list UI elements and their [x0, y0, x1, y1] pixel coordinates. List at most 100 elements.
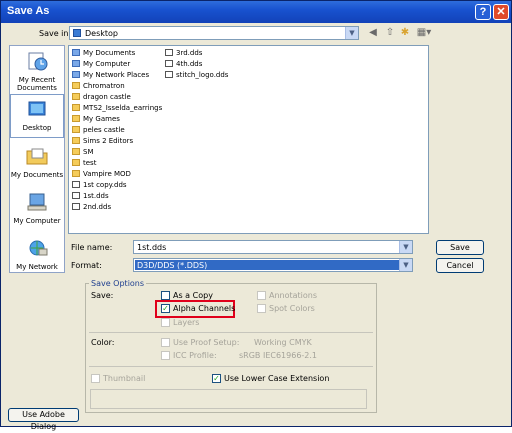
dds-file-icon: [72, 181, 80, 188]
folder-icon: [72, 137, 80, 144]
dialog-title: Save As: [7, 5, 50, 17]
layers-checkbox: [161, 318, 170, 327]
save-as-dialog: Save As ? ✕ Save in: Desktop ▼ ◀ ⇧ ✱ ▦▾ …: [0, 0, 512, 431]
save-in-value: Desktop: [85, 29, 118, 38]
dds-file-icon: [165, 49, 173, 56]
view-menu-icon[interactable]: ▦▾: [415, 27, 433, 39]
back-icon[interactable]: ◀: [367, 27, 379, 39]
color-label: Color:: [91, 338, 115, 347]
layers-label: Layers: [173, 318, 200, 327]
chevron-down-icon: ▼: [345, 27, 358, 39]
list-item[interactable]: 1st copy.dds: [72, 181, 127, 192]
places-bar: My Recent Documents Desktop My Documents…: [9, 45, 65, 273]
place-recent[interactable]: My Recent Documents: [10, 51, 64, 92]
list-item[interactable]: My Network Places: [72, 71, 149, 82]
list-item-label: SM: [83, 148, 94, 156]
file-name-value: 1st.dds: [137, 243, 167, 252]
my-computer-icon: [72, 60, 80, 67]
place-desktop[interactable]: Desktop: [10, 94, 64, 138]
title-bar: Save As ? ✕: [1, 1, 511, 23]
use-adobe-dialog-button[interactable]: Use Adobe Dialog: [8, 408, 79, 431]
list-item[interactable]: Chromatron: [72, 82, 125, 93]
list-item[interactable]: My Games: [72, 115, 120, 126]
icc-profile-label: ICC Profile:: [173, 351, 217, 360]
list-item-label: Sims 2 Editors: [83, 137, 134, 145]
lower-case-extension-label: Use Lower Case Extension: [224, 374, 330, 383]
desktop-small-icon: [73, 29, 81, 37]
format-dropdown[interactable]: D3D/DDS (*.DDS) ▼: [133, 258, 413, 272]
dds-file-icon: [72, 192, 80, 199]
lower-case-extension-checkbox[interactable]: ✓: [212, 374, 221, 383]
place-computer[interactable]: My Computer: [10, 192, 64, 225]
close-button[interactable]: ✕: [493, 4, 509, 20]
save-options-title: Save Options: [89, 279, 147, 288]
folder-icon: [72, 115, 80, 122]
list-item[interactable]: SM: [72, 148, 93, 159]
list-item[interactable]: dragon castle: [72, 93, 131, 104]
spot-colors-checkbox: [257, 304, 266, 313]
list-item[interactable]: 2nd.dds: [72, 203, 111, 214]
as-a-copy-checkbox[interactable]: [161, 291, 170, 300]
place-network-label: My Network: [16, 263, 58, 271]
file-name-field[interactable]: 1st.dds ▼: [133, 240, 413, 254]
list-item-label: dragon castle: [83, 93, 131, 101]
new-folder-icon[interactable]: ✱: [399, 27, 411, 39]
list-item-label: My Computer: [83, 60, 131, 68]
use-proof-setup-label: Use Proof Setup:: [173, 338, 240, 347]
thumbnail-checkbox: [91, 374, 100, 383]
list-item[interactable]: peles castle: [72, 126, 125, 137]
list-item[interactable]: 4th.dds: [165, 60, 202, 71]
list-item-label: MTS2_Isselda_earrings: [83, 104, 163, 112]
list-item-label: 3rd.dds: [176, 49, 203, 57]
place-recent-label: My Recent Documents: [17, 76, 57, 92]
network-icon: [72, 71, 80, 78]
desktop-icon: [28, 101, 46, 116]
message-area: [90, 389, 367, 409]
list-item[interactable]: 1st.dds: [72, 192, 109, 203]
list-item[interactable]: 3rd.dds: [165, 49, 202, 60]
list-item[interactable]: test: [72, 159, 96, 170]
help-button[interactable]: ?: [475, 4, 491, 20]
list-item-label: Chromatron: [83, 82, 125, 90]
annotations-label: Annotations: [269, 291, 318, 300]
save-in-label: Save in:: [39, 29, 72, 38]
folder-icon: [72, 126, 80, 133]
save-label: Save:: [91, 291, 114, 300]
list-item[interactable]: Sims 2 Editors: [72, 137, 133, 148]
list-item[interactable]: Vampire MOD: [72, 170, 131, 181]
folder-icon: [72, 159, 80, 166]
file-list[interactable]: My Documents My Computer My Network Plac…: [68, 45, 429, 234]
place-documents-label: My Documents: [10, 171, 64, 179]
list-item[interactable]: MTS2_Isselda_earrings: [72, 104, 162, 115]
as-a-copy-label: As a Copy: [173, 291, 213, 300]
list-item[interactable]: My Computer: [72, 60, 130, 71]
folder-icon: [72, 170, 80, 177]
list-item-label: My Games: [83, 115, 120, 123]
my-computer-icon: [27, 193, 47, 211]
folder-icon: [72, 93, 80, 100]
use-proof-setup-checkbox: [161, 338, 170, 347]
divider: [89, 332, 373, 333]
list-item[interactable]: My Documents: [72, 49, 135, 60]
recent-documents-icon: [28, 52, 48, 71]
list-item-label: test: [83, 159, 97, 167]
save-button[interactable]: Save: [436, 240, 484, 255]
divider: [89, 366, 373, 367]
file-name-label: File name:: [71, 243, 113, 252]
list-item-label: 4th.dds: [176, 60, 203, 68]
dds-file-icon: [165, 71, 173, 78]
my-network-icon: [29, 240, 48, 256]
list-item-label: Vampire MOD: [83, 170, 131, 178]
alpha-channels-checkbox[interactable]: ✓: [161, 304, 170, 313]
place-network[interactable]: My Network: [10, 238, 64, 271]
up-folder-icon[interactable]: ⇧: [384, 27, 396, 39]
place-documents[interactable]: My Documents: [10, 146, 64, 179]
list-item[interactable]: stitch_logo.dds: [165, 71, 228, 82]
chevron-down-icon: ▼: [399, 241, 412, 253]
save-in-dropdown[interactable]: Desktop ▼: [69, 26, 359, 40]
cancel-button[interactable]: Cancel: [436, 258, 484, 273]
list-item-label: 1st.dds: [83, 192, 109, 200]
list-item-label: 2nd.dds: [83, 203, 112, 211]
place-desktop-label: Desktop: [22, 124, 52, 132]
list-item-label: My Documents: [83, 49, 136, 57]
